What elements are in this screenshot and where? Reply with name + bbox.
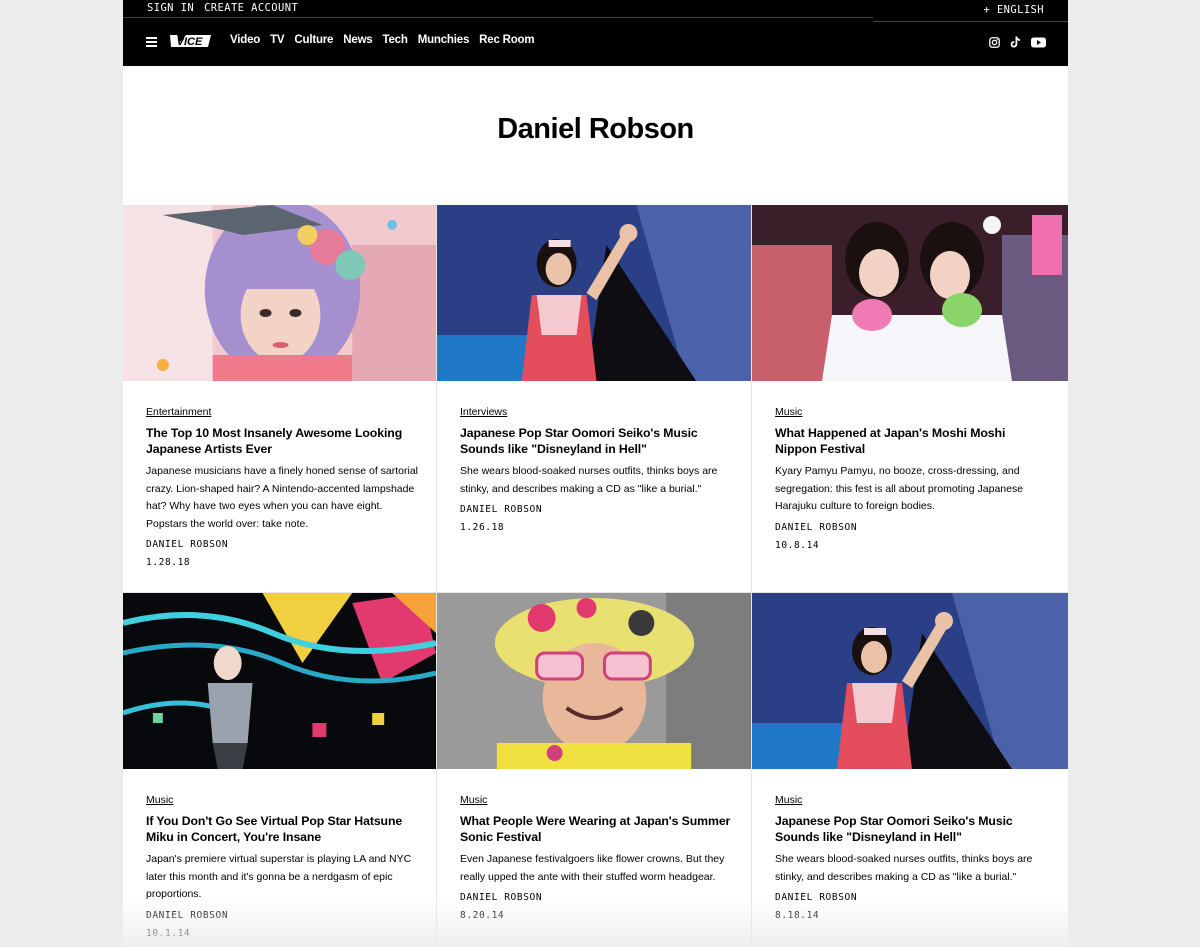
thumbnail-image	[123, 205, 436, 381]
article-byline[interactable]: DANIEL ROBSON	[460, 892, 733, 903]
nav-link-rec-room[interactable]: Rec Room	[479, 34, 534, 46]
article-card[interactable]: Music Japanese Pop Star Oomori Seiko's M…	[752, 593, 1068, 947]
article-date: 1.28.18	[146, 557, 191, 568]
youtube-icon[interactable]	[1031, 35, 1046, 53]
thumbnail-image	[752, 593, 1068, 769]
nav-link-tech[interactable]: Tech	[383, 34, 408, 46]
article-grid: Entertainment The Top 10 Most Insanely A…	[123, 205, 1068, 947]
vice-logo[interactable]: VICE	[167, 33, 212, 49]
article-category[interactable]: Music	[146, 794, 173, 806]
article-body: Music Japanese Pop Star Oomori Seiko's M…	[775, 790, 1050, 921]
article-thumbnail[interactable]	[123, 593, 436, 769]
article-dek: Japanese musicians have a finely honed s…	[146, 465, 418, 530]
thumbnail-image	[752, 205, 1068, 381]
article-body: Music What Happened at Japan's Moshi Mos…	[775, 402, 1050, 551]
social-links	[989, 35, 1046, 53]
article-body: Music If You Don't Go See Virtual Pop St…	[146, 790, 418, 939]
article-card[interactable]: Music What Happened at Japan's Moshi Mos…	[752, 205, 1068, 593]
section-links: Video TV Culture News Tech Munchies Rec …	[230, 34, 535, 46]
article-thumbnail[interactable]	[123, 205, 436, 381]
article-headline[interactable]: If You Don't Go See Virtual Pop Star Hat…	[146, 813, 418, 845]
instagram-icon[interactable]	[989, 35, 1000, 53]
article-thumbnail[interactable]	[437, 593, 751, 769]
article-card[interactable]: Music If You Don't Go See Virtual Pop St…	[123, 593, 437, 947]
article-body: Entertainment The Top 10 Most Insanely A…	[146, 402, 418, 568]
utility-divider	[123, 17, 873, 18]
article-category[interactable]: Music	[775, 406, 802, 418]
article-headline[interactable]: What People Were Wearing at Japan's Summ…	[460, 813, 733, 845]
article-byline[interactable]: DANIEL ROBSON	[460, 504, 733, 515]
article-category[interactable]: Music	[460, 794, 487, 806]
nav-link-munchies[interactable]: Munchies	[418, 34, 470, 46]
article-thumbnail[interactable]	[752, 205, 1068, 381]
article-thumbnail[interactable]	[437, 205, 751, 381]
article-byline[interactable]: DANIEL ROBSON	[146, 910, 418, 921]
page: SIGN IN CREATE ACCOUNT + ENGLISH VICE Vid…	[123, 0, 1068, 947]
nav-link-culture[interactable]: Culture	[294, 34, 333, 46]
article-dek: Japan's premiere virtual superstar is pl…	[146, 853, 412, 900]
article-byline[interactable]: DANIEL ROBSON	[775, 522, 1050, 533]
article-date: 8.18.14	[775, 910, 820, 921]
article-dek: Kyary Pamyu Pamyu, no booze, cross-dress…	[775, 465, 1024, 512]
account-links: SIGN IN CREATE ACCOUNT	[147, 2, 308, 14]
create-account-link[interactable]: CREATE ACCOUNT	[204, 2, 298, 14]
article-headline[interactable]: The Top 10 Most Insanely Awesome Looking…	[146, 425, 418, 457]
article-body: Music What People Were Wearing at Japan'…	[460, 790, 733, 921]
article-date: 1.26.18	[460, 522, 505, 533]
article-headline[interactable]: Japanese Pop Star Oomori Seiko's Music S…	[775, 813, 1050, 845]
language-selector[interactable]: + ENGLISH	[984, 4, 1045, 16]
article-category[interactable]: Interviews	[460, 406, 507, 418]
vice-logo-mark: VICE	[170, 35, 211, 48]
nav-link-news[interactable]: News	[343, 34, 372, 46]
page-title: Daniel Robson	[497, 113, 694, 145]
utility-bar: SIGN IN CREATE ACCOUNT + ENGLISH	[123, 0, 1068, 22]
article-date: 10.1.14	[146, 927, 191, 939]
svg-text:VICE: VICE	[177, 36, 203, 48]
article-card[interactable]: Music What People Were Wearing at Japan'…	[437, 593, 752, 947]
tiktok-icon[interactable]	[1010, 35, 1021, 53]
article-date: 8.20.14	[460, 910, 505, 921]
article-date: 10.8.14	[775, 539, 820, 551]
nav-link-tv[interactable]: TV	[270, 34, 285, 46]
article-body: Interviews Japanese Pop Star Oomori Seik…	[460, 402, 733, 533]
article-headline[interactable]: Japanese Pop Star Oomori Seiko's Music S…	[460, 425, 733, 457]
article-category[interactable]: Music	[775, 794, 802, 806]
article-dek: She wears blood-soaked nurses outfits, t…	[775, 853, 1033, 883]
thumbnail-image	[437, 593, 751, 769]
nav-link-video[interactable]: Video	[230, 34, 260, 46]
thumbnail-image	[437, 205, 751, 381]
article-dek: Even Japanese festivalgoers like flower …	[460, 853, 725, 883]
main-nav: VICE Video TV Culture News Tech Munchies…	[123, 22, 1068, 66]
article-card[interactable]: Entertainment The Top 10 Most Insanely A…	[123, 205, 437, 593]
hamburger-menu-icon[interactable]	[146, 37, 157, 48]
thumbnail-image	[123, 593, 436, 769]
article-card[interactable]: Interviews Japanese Pop Star Oomori Seik…	[437, 205, 752, 593]
article-dek: She wears blood-soaked nurses outfits, t…	[460, 465, 718, 495]
article-category[interactable]: Entertainment	[146, 406, 211, 418]
article-byline[interactable]: DANIEL ROBSON	[146, 539, 418, 550]
article-thumbnail[interactable]	[752, 593, 1068, 769]
article-headline[interactable]: What Happened at Japan's Moshi Moshi Nip…	[775, 425, 1050, 457]
article-byline[interactable]: DANIEL ROBSON	[775, 892, 1050, 903]
sign-in-link[interactable]: SIGN IN	[147, 2, 194, 14]
